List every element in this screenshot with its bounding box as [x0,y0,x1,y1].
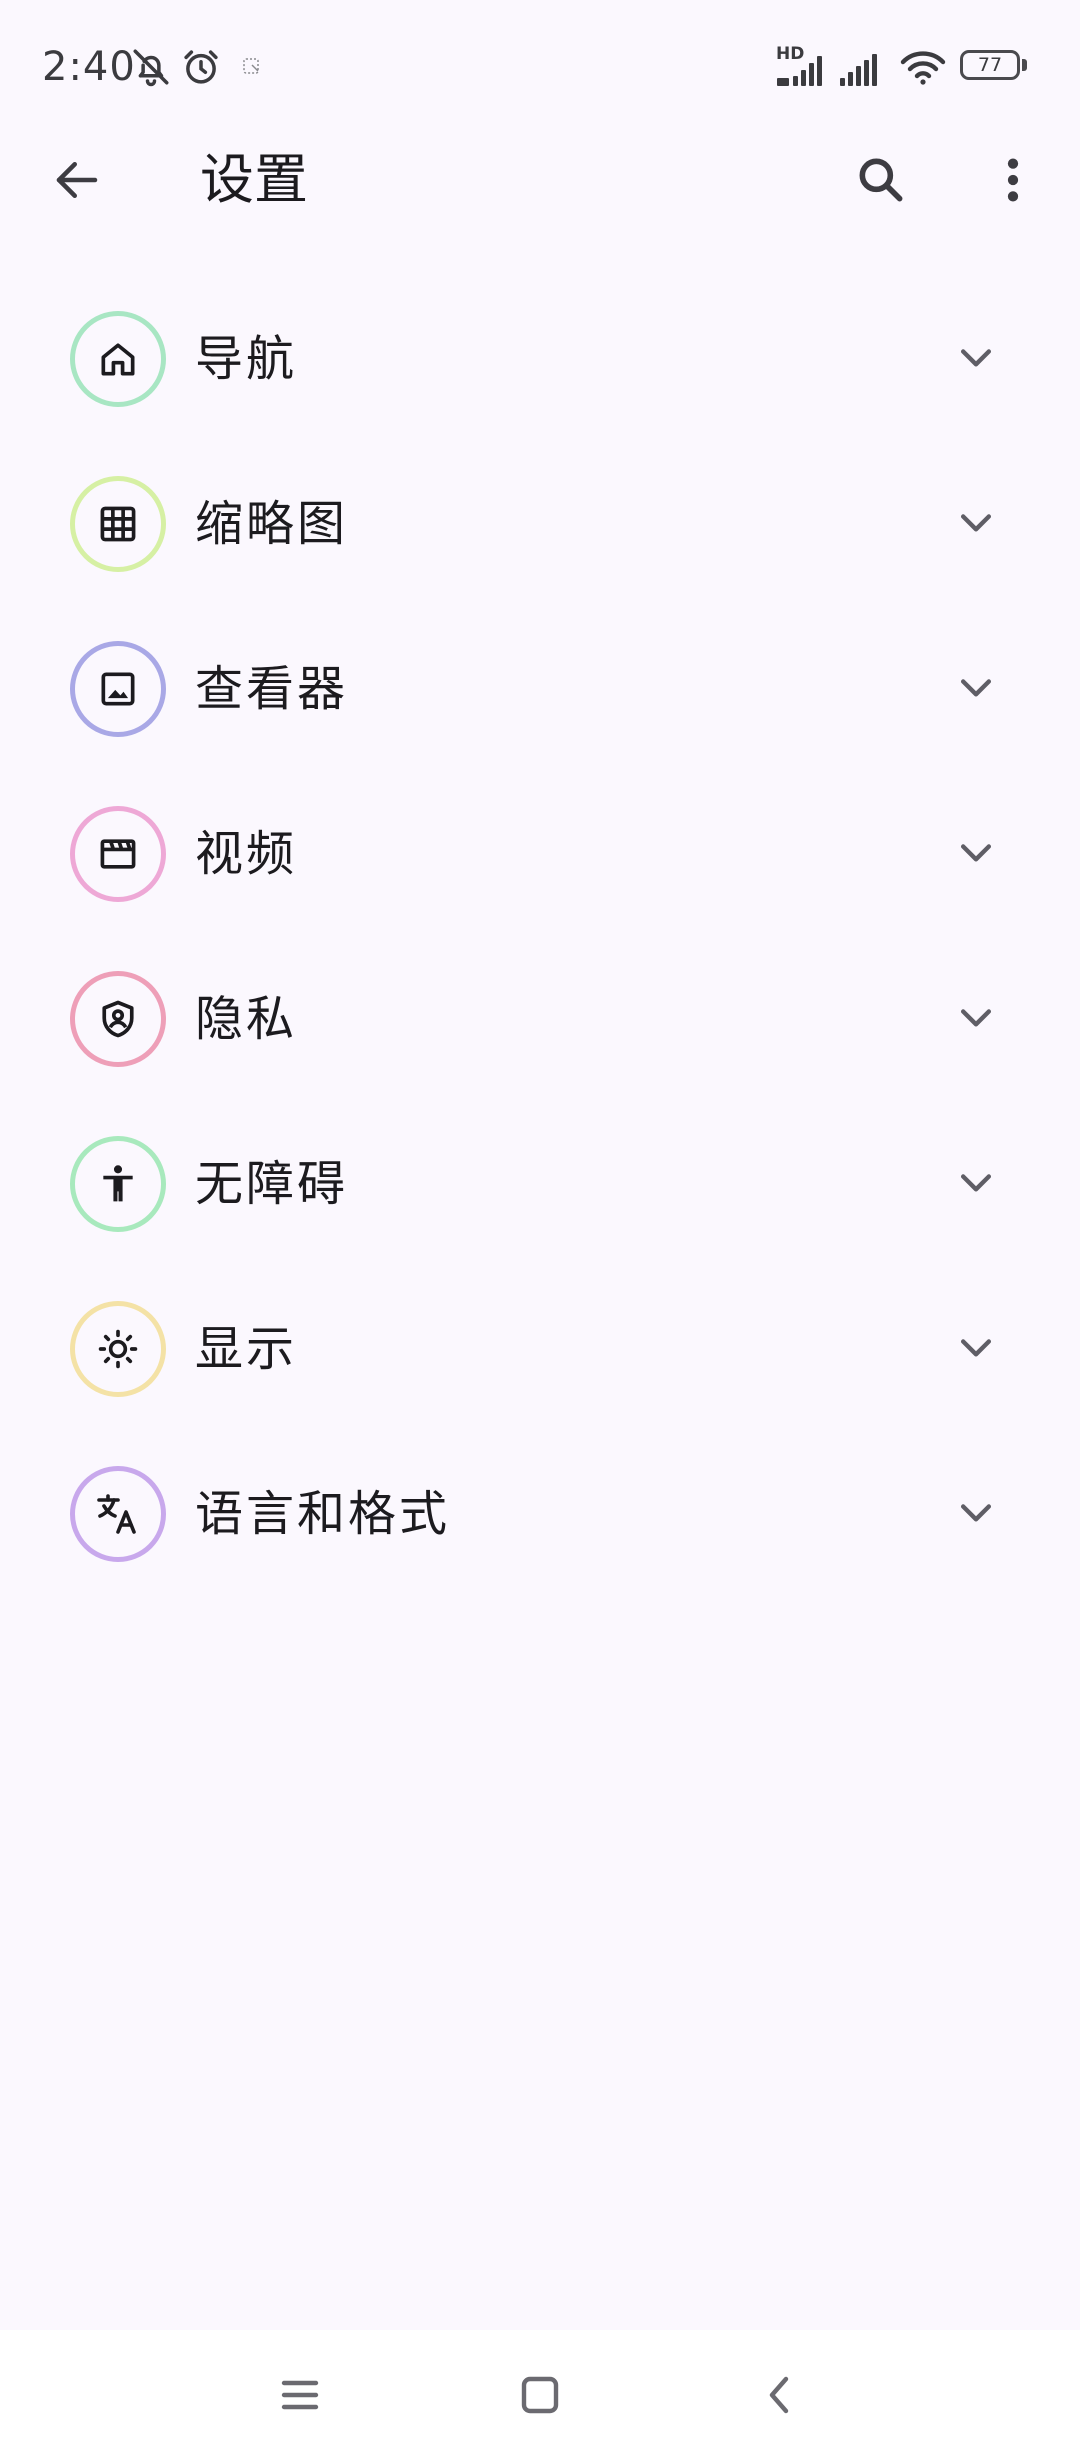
chevron-down-icon [960,679,992,697]
bell-off-icon [133,49,169,87]
system-nav-bar [0,2330,1080,2460]
home-button[interactable] [500,2355,580,2435]
settings-icon-ring [70,1136,166,1232]
menu-icon [281,2380,319,2410]
settings-item-label: 隐私 [195,991,298,1047]
settings-item-label: 视频 [195,826,298,882]
battery-level: 77 [977,54,1003,76]
arrow-left-icon [56,162,98,198]
search-button[interactable] [836,135,926,225]
home-icon [101,343,135,376]
more-options-button[interactable] [968,135,1058,225]
brightness-icon [98,1329,138,1369]
settings-icon-ring [70,641,166,737]
search-icon [859,158,903,202]
status-bar: 2:40 HD 77 [0,0,1080,135]
movie-icon [100,839,136,869]
chevron-down-icon [960,1504,992,1522]
alarm-icon [184,50,218,84]
expand-chevron[interactable] [950,1486,1002,1538]
battery-icon: 77 [960,50,1028,84]
hd-label: HD [776,44,805,64]
chevron-down-icon [960,1009,992,1027]
settings-icon-ring [70,971,166,1067]
chevron-down-icon [960,349,992,367]
back-button[interactable] [32,135,122,225]
status-time: 2:40 [42,44,136,90]
settings-item-label: 导航 [195,331,298,387]
recent-apps-button[interactable] [260,2355,340,2435]
settings-icon-ring [70,476,166,572]
settings-item-viewer[interactable]: 查看器 [0,623,1080,788]
wifi-icon [900,51,946,85]
signal-icon [840,54,877,86]
top-app-bar [0,130,1080,230]
settings-item-privacy[interactable]: 隐私 [0,953,1080,1118]
expand-chevron[interactable] [950,991,1002,1043]
accessibility-icon [103,1165,133,1202]
settings-item-accessibility[interactable]: 无障碍 [0,1118,1080,1283]
image-icon [101,672,135,706]
settings-list: 导航 缩略图 查看器 视频 隐私 无障碍 显示 语言和格式 [0,293,1080,1613]
settings-item-thumbnails[interactable]: 缩略图 [0,458,1080,623]
settings-icon-ring [70,1301,166,1397]
settings-item-navigation[interactable]: 导航 [0,293,1080,458]
expand-chevron[interactable] [950,496,1002,548]
chevron-down-icon [960,1339,992,1357]
chevron-down-icon [960,1174,992,1192]
settings-item-language[interactable]: 语言和格式 [0,1448,1080,1613]
expand-chevron[interactable] [950,331,1002,383]
settings-icon-ring [70,311,166,407]
back-chevron-icon [769,2376,789,2414]
settings-item-label: 显示 [195,1321,298,1377]
expand-chevron[interactable] [950,1156,1002,1208]
screenshot-notification-icon [243,58,259,74]
shield-person-icon [102,1000,134,1038]
settings-item-video[interactable]: 视频 [0,788,1080,953]
settings-item-display[interactable]: 显示 [0,1283,1080,1448]
page-title: 设置 [200,148,308,211]
more-vert-icon [1007,158,1019,202]
expand-chevron[interactable] [950,826,1002,878]
translate-icon [97,1494,136,1534]
grid-icon [100,506,136,542]
settings-icon-ring [70,1466,166,1562]
settings-item-label: 查看器 [195,661,349,717]
settings-item-label: 缩略图 [195,496,349,552]
system-back-button[interactable] [740,2355,820,2435]
settings-icon-ring [70,806,166,902]
expand-chevron[interactable] [950,661,1002,713]
settings-item-label: 语言和格式 [195,1486,451,1542]
expand-chevron[interactable] [950,1321,1002,1373]
home-square-icon [521,2376,559,2414]
chevron-down-icon [960,844,992,862]
chevron-down-icon [960,514,992,532]
settings-item-label: 无障碍 [195,1156,349,1212]
